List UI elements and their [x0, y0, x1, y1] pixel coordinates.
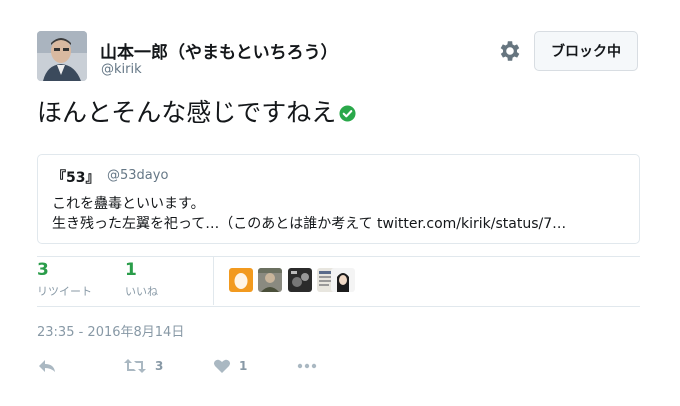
heart-icon — [214, 359, 230, 373]
retweet-stat-label: リツイート — [37, 285, 92, 298]
tweet-timestamp[interactable]: 23:35 - 2016年8月14日 — [37, 321, 184, 340]
quoted-tweet-handle: @53dayo — [107, 168, 169, 183]
quoted-tweet-author-name: 『53』 — [52, 170, 100, 186]
stats-bottom-divider — [37, 306, 640, 307]
retweet-icon — [124, 359, 146, 373]
author-display-name[interactable]: 山本一郎（やまもといちろう） — [100, 38, 338, 63]
stats-vertical-divider — [213, 257, 214, 305]
retweet-button[interactable]: 3 — [123, 357, 163, 375]
more-icon — [297, 363, 317, 369]
gear-icon[interactable] — [497, 38, 523, 64]
reply-button[interactable] — [37, 357, 57, 375]
tweet-text-container: ほんとそんな感じですねえ — [37, 94, 356, 132]
retweet-count: 3 — [155, 359, 164, 373]
liker-avatar-2[interactable] — [258, 268, 282, 292]
like-stat-label: いいね — [125, 285, 158, 298]
like-button[interactable]: 1 — [213, 357, 247, 375]
quoted-tweet-text-line-2: 生き残った左翼を祀って…（このあとは誰か考えて twitter.com/kiri… — [52, 216, 567, 232]
verified-badge-icon — [339, 95, 356, 122]
more-button[interactable] — [296, 357, 318, 375]
retweet-stat[interactable]: 3 リツイート — [37, 260, 92, 299]
retweet-stat-count: 3 — [37, 260, 49, 280]
quoted-tweet-text-line-1: これを蠱毒といいます。 — [52, 196, 205, 212]
liker-avatar-5[interactable] — [331, 268, 355, 292]
like-stat-count: 1 — [125, 260, 137, 280]
blocked-button[interactable]: ブロック中 — [534, 31, 638, 71]
author-avatar[interactable] — [37, 31, 87, 81]
like-stat[interactable]: 1 いいね — [125, 260, 158, 299]
liker-avatar-3[interactable] — [288, 268, 312, 292]
tweet-text: ほんとそんな感じですねえ — [37, 98, 337, 127]
quoted-tweet[interactable]: 『53』 @53dayo これを蠱毒といいます。 生き残った左翼を祀って…（この… — [37, 154, 640, 244]
author-handle[interactable]: @kirik — [101, 62, 142, 77]
like-count: 1 — [239, 359, 248, 373]
stats-top-divider — [37, 256, 640, 257]
reply-icon — [39, 360, 55, 372]
liker-avatar-1[interactable] — [229, 268, 253, 292]
